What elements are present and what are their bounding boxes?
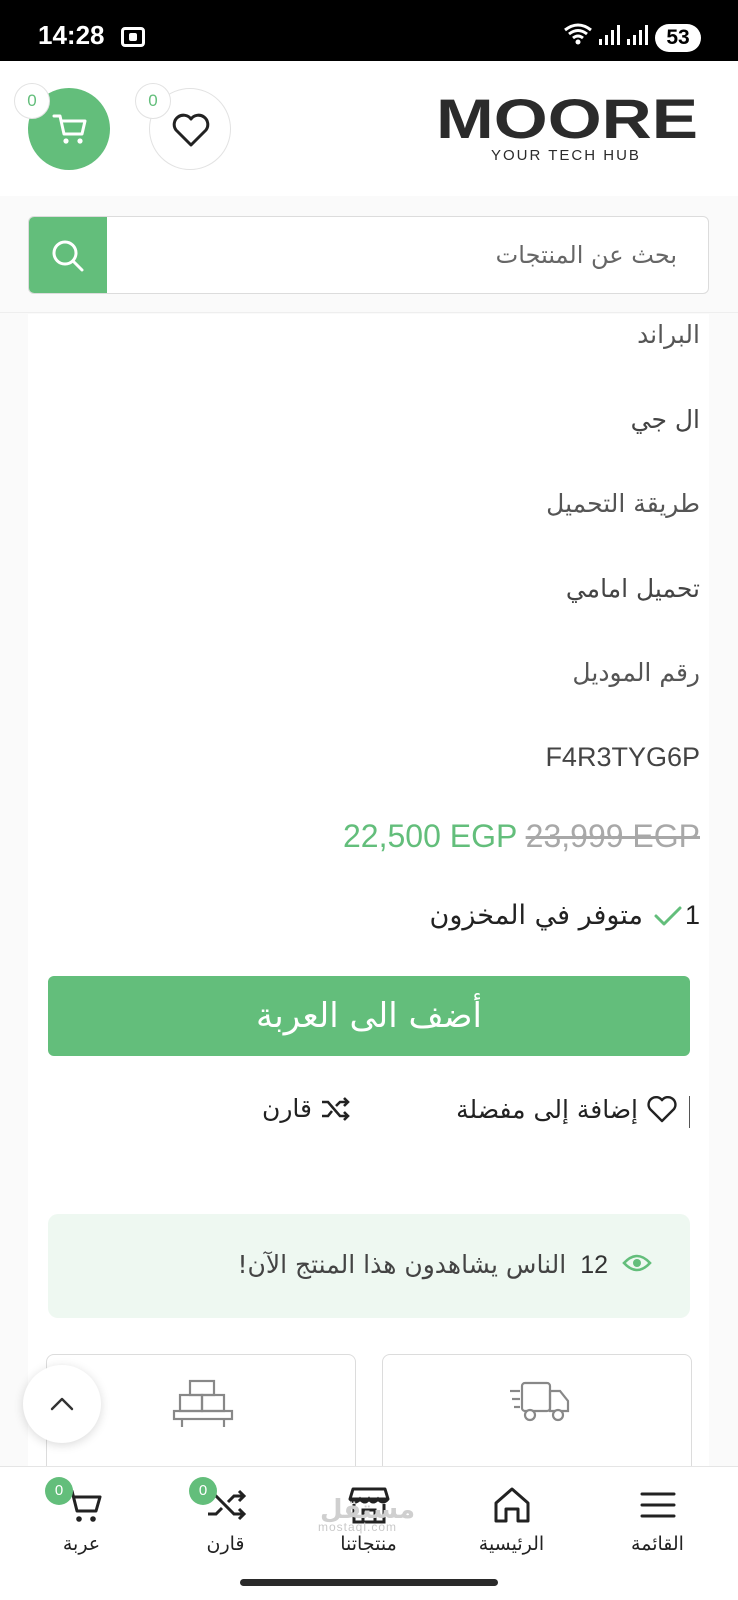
nav-label-products: منتجاتنا (340, 1533, 397, 1555)
heart-outline-icon (646, 1094, 678, 1124)
compare-count-badge: 0 (189, 1477, 217, 1505)
wifi-icon (564, 23, 592, 45)
search-input[interactable] (109, 217, 705, 293)
viewers-count: 12 (580, 1251, 608, 1279)
cart-count-badge: 0 (14, 83, 50, 119)
nav-label-menu: القائمة (631, 1533, 684, 1555)
spec-label-loading-type: طريقة التحميل (546, 489, 700, 518)
nav-item-menu[interactable]: القائمة (584, 1467, 731, 1572)
heart-icon (172, 113, 210, 147)
live-viewers-box: 12 الناس يشاهدون هذا المنتج الآن! (48, 1214, 690, 1318)
check-icon (654, 906, 682, 925)
cart-count-badge-nav: 0 (45, 1477, 73, 1505)
home-gesture-bar[interactable] (240, 1579, 498, 1586)
nav-item-compare[interactable]: قارن 0 (152, 1467, 299, 1572)
screen-record-icon (121, 27, 145, 47)
compare-link[interactable]: قارن (262, 1094, 352, 1123)
menu-icon (636, 1485, 680, 1525)
nav-label-cart: عربة (62, 1533, 101, 1555)
wishlist-count-badge: 0 (135, 83, 171, 119)
search-section (0, 196, 738, 313)
status-bar: 14:28 53 (0, 0, 738, 61)
stock-status: 1 متوفر في المخزون (430, 900, 701, 931)
logo-tagline: YOUR TECH HUB (491, 147, 641, 164)
nav-item-cart[interactable]: عربة 0 (8, 1467, 155, 1572)
signal-icon-2 (627, 25, 648, 45)
original-price: 23,999 EGP (525, 818, 700, 854)
gesture-area (0, 1571, 738, 1600)
add-to-wishlist-link[interactable]: إضافة إلى مفضلة (456, 1094, 678, 1124)
spec-value-loading-type: تحميل امامي (565, 574, 700, 603)
spec-label-brand: البراند (637, 320, 700, 349)
search-button[interactable] (29, 217, 107, 293)
stock-quantity: 1 (684, 900, 700, 930)
price-row: 22,500 EGP 23,999 EGP (343, 818, 700, 855)
shuffle-icon (320, 1095, 352, 1123)
logo-text: MOORE (436, 92, 698, 144)
signal-icon (599, 25, 620, 45)
nav-label-home: الرئيسية (478, 1533, 545, 1555)
watermark-latin: mostaql.com (318, 1520, 398, 1534)
battery-indicator: 53 (655, 24, 701, 52)
boxes-icon (172, 1379, 234, 1435)
home-icon (490, 1485, 534, 1525)
nav-label-compare: قارن (206, 1533, 245, 1555)
stock-label: متوفر في المخزون (429, 900, 643, 931)
add-to-cart-button[interactable]: أضف الى العربة (48, 976, 690, 1056)
chevron-up-icon (50, 1397, 74, 1411)
site-logo[interactable]: MOORE YOUR TECH HUB (436, 87, 698, 164)
viewers-text: 12 الناس يشاهدون هذا المنتج الآن! (237, 1250, 608, 1280)
status-time: 14:28 (38, 20, 105, 50)
search-box (28, 216, 709, 294)
action-divider (689, 1096, 690, 1128)
nav-item-home[interactable]: الرئيسية (438, 1467, 585, 1572)
scroll-to-top-button[interactable] (23, 1365, 101, 1443)
spec-value-model-number: F4R3TYG6P (545, 742, 700, 772)
feature-card-delivery (382, 1354, 692, 1484)
logo-wordmark: MOORE (436, 87, 698, 150)
add-to-wishlist-label: إضافة إلى مفضلة (456, 1094, 638, 1124)
spec-value-brand: ال جي (630, 405, 700, 434)
current-price: 22,500 EGP (343, 818, 517, 854)
search-icon (52, 240, 84, 272)
delivery-truck-icon (508, 1379, 570, 1429)
spec-label-model-number: رقم الموديل (572, 658, 700, 687)
viewers-message: الناس يشاهدون هذا المنتج الآن! (237, 1250, 567, 1279)
cart-icon (52, 114, 87, 144)
eye-icon (622, 1252, 652, 1278)
compare-label: قارن (262, 1094, 312, 1123)
